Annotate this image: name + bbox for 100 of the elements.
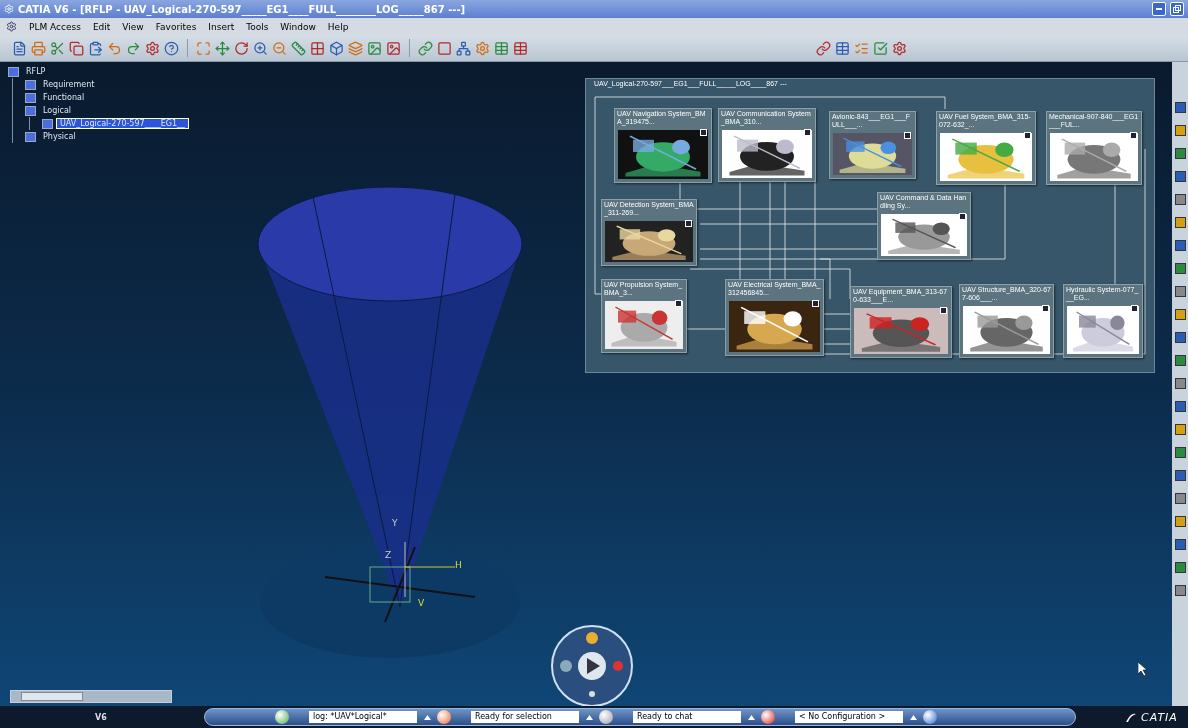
table-icon[interactable] (494, 40, 509, 56)
tree-node-icon (42, 118, 53, 129)
link-icon[interactable] (418, 40, 433, 56)
tree-item[interactable]: Functional (40, 93, 88, 102)
rotate-icon[interactable] (234, 40, 249, 56)
menu-item[interactable]: Insert (208, 21, 235, 32)
menu-item[interactable]: PLM Access (29, 21, 81, 32)
tool-icon[interactable] (1174, 309, 1186, 320)
image-icon[interactable] (386, 40, 401, 56)
orb-icon[interactable] (923, 710, 937, 724)
network-icon[interactable] (456, 40, 471, 56)
tool-icon[interactable] (1174, 378, 1186, 389)
tool-icon[interactable] (1174, 539, 1186, 550)
checkbox-icon[interactable] (873, 40, 888, 56)
menu-item[interactable]: Help (327, 21, 349, 32)
caret-icon[interactable] (585, 714, 593, 720)
caret-icon[interactable] (423, 714, 431, 720)
tool-icon[interactable] (1174, 470, 1186, 481)
status-field[interactable]: Ready for selection (471, 711, 579, 723)
tool-icon[interactable] (1174, 102, 1186, 113)
axis-label: V (418, 598, 425, 608)
grid-icon[interactable] (310, 40, 325, 56)
tool-icon[interactable] (1174, 447, 1186, 458)
square-icon[interactable] (437, 40, 452, 56)
tree-item[interactable]: UAV_Logical-270-597____EG1__ (57, 119, 188, 128)
navigation-wheel-icon[interactable] (550, 624, 634, 706)
expand-button[interactable] (959, 213, 966, 220)
expand-button[interactable] (1131, 305, 1138, 312)
expand-button[interactable] (904, 132, 911, 139)
scroll-thumb[interactable] (21, 692, 83, 701)
tool-icon[interactable] (1174, 493, 1186, 504)
pan-icon[interactable] (215, 40, 230, 56)
copy-icon[interactable] (69, 40, 84, 56)
image-icon[interactable] (367, 40, 382, 56)
menu-item[interactable]: View (122, 21, 144, 32)
status-field[interactable]: < No Configuration > (795, 711, 903, 723)
tool-icon[interactable] (1174, 263, 1186, 274)
status-field[interactable]: log: *UAV*Logical* (309, 711, 417, 723)
expand-button[interactable] (1130, 132, 1137, 139)
tool-icon[interactable] (1174, 171, 1186, 182)
print-icon[interactable] (31, 40, 46, 56)
cut-icon[interactable] (50, 40, 65, 56)
tool-icon[interactable] (1174, 194, 1186, 205)
orb-icon[interactable] (275, 710, 289, 724)
expand-button[interactable] (812, 300, 819, 307)
tool-icon[interactable] (1174, 148, 1186, 159)
expand-button[interactable] (1024, 132, 1031, 139)
tool-icon[interactable] (1174, 424, 1186, 435)
caret-icon[interactable] (909, 714, 917, 720)
checklist-icon[interactable] (854, 40, 869, 56)
expand-button[interactable] (700, 129, 707, 136)
menu-item[interactable]: Favorites (155, 21, 197, 32)
tree-item[interactable]: Physical (40, 132, 79, 141)
redo-icon[interactable] (126, 40, 141, 56)
orb-icon[interactable] (599, 710, 613, 724)
restore-button[interactable] (1170, 2, 1184, 16)
tree-item[interactable]: Requirement (40, 80, 98, 89)
paste-icon[interactable] (88, 40, 103, 56)
menu-item[interactable]: Window (280, 21, 316, 32)
tool-icon[interactable] (1174, 355, 1186, 366)
ruler-icon[interactable] (291, 40, 306, 56)
tool-icon[interactable] (1174, 516, 1186, 527)
tree-item[interactable]: RFLP (23, 67, 49, 76)
expand-button[interactable] (685, 220, 692, 227)
tool-icon[interactable] (1174, 562, 1186, 573)
tree-node-icon (8, 66, 19, 77)
triangle-icon (909, 714, 917, 720)
tool-icon[interactable] (1174, 401, 1186, 412)
cube-icon[interactable] (329, 40, 344, 56)
tool-icon[interactable] (1174, 332, 1186, 343)
horizontal-scrollbar[interactable] (10, 690, 172, 703)
minimize-button[interactable] (1152, 2, 1166, 16)
tool-icon[interactable] (1174, 217, 1186, 228)
status-field[interactable]: Ready to chat (633, 711, 741, 723)
menu-item[interactable]: Tools (246, 21, 269, 32)
tool-icon[interactable] (1174, 286, 1186, 297)
layers-icon[interactable] (348, 40, 363, 56)
help-icon[interactable] (164, 40, 179, 56)
tree-item[interactable]: Logical (40, 106, 75, 115)
new-file-icon[interactable] (12, 40, 27, 56)
gear-icon[interactable] (892, 40, 907, 56)
app-menu-icon[interactable] (6, 21, 17, 32)
caret-icon[interactable] (747, 714, 755, 720)
table-icon[interactable] (513, 40, 528, 56)
undo-icon[interactable] (107, 40, 122, 56)
orb-icon[interactable] (761, 710, 775, 724)
tool-icon[interactable] (1174, 585, 1186, 596)
expand-button[interactable] (1042, 305, 1049, 312)
zoom-in-icon[interactable] (253, 40, 268, 56)
tool-icon[interactable] (1174, 240, 1186, 251)
link-icon[interactable] (816, 40, 831, 56)
expand-button[interactable] (675, 300, 682, 307)
expand-button[interactable] (940, 307, 947, 314)
gear-icon[interactable] (145, 40, 160, 56)
menu-item[interactable]: Edit (92, 21, 111, 32)
tool-icon[interactable] (1174, 125, 1186, 136)
table-icon[interactable] (835, 40, 850, 56)
orb-icon[interactable] (437, 710, 451, 724)
expand-button[interactable] (804, 129, 811, 136)
triangle-icon (423, 714, 431, 720)
